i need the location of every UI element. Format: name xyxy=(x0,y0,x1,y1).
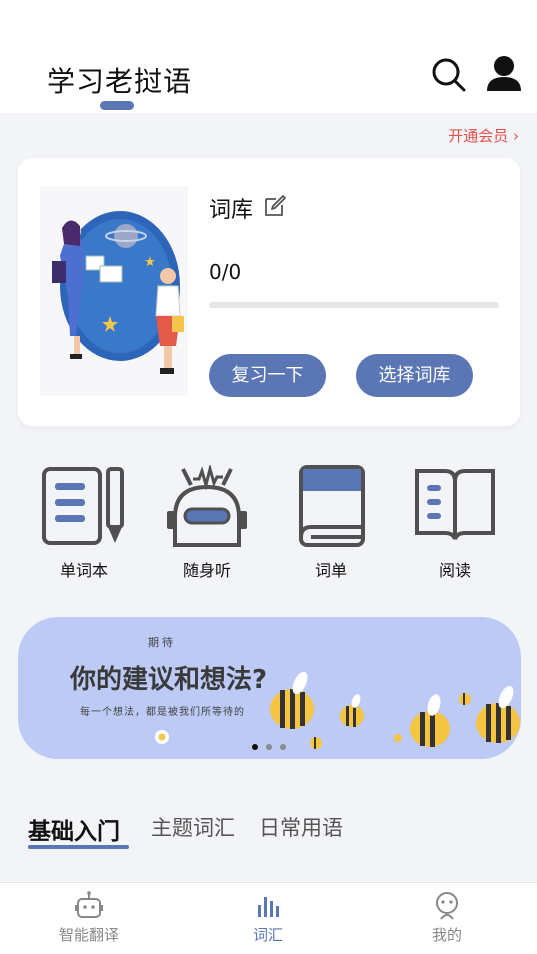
bars-icon xyxy=(258,897,279,917)
app-header: 学习老挝语 xyxy=(0,0,537,113)
bees-illustration xyxy=(155,671,520,749)
tab-me[interactable]: 我的 xyxy=(397,891,497,945)
tool-reading[interactable]: 阅读 xyxy=(405,465,505,581)
page-title: 学习老挝语 xyxy=(47,65,193,98)
robot-icon xyxy=(75,891,103,918)
category-tab-topics[interactable]: 主题词汇 xyxy=(151,812,235,842)
category-tab-underline xyxy=(28,845,129,849)
feedback-banner[interactable]: 期待 你的建议和想法? 每一个想法，都是被我们所等待的 xyxy=(18,617,521,759)
tool-wordbook[interactable]: 单词本 xyxy=(34,465,134,581)
progress-bar xyxy=(209,302,499,308)
tab-translate[interactable]: 智能翻译 xyxy=(39,891,139,945)
robot-radio-icon xyxy=(167,465,247,547)
edit-icon[interactable] xyxy=(263,194,287,218)
carousel-dots[interactable] xyxy=(252,744,286,750)
notebook-icon xyxy=(42,467,124,545)
review-button[interactable]: 复习一下 xyxy=(209,354,326,397)
tool-listen-label: 随身听 xyxy=(182,561,231,580)
tab-translate-label: 智能翻译 xyxy=(58,926,119,944)
tab-vocabulary-label: 词汇 xyxy=(252,926,283,944)
study-illustration xyxy=(40,186,188,396)
tool-wordbook-label: 单词本 xyxy=(59,561,108,580)
vocab-library-label: 词库 xyxy=(209,198,254,223)
book-icon xyxy=(299,465,365,547)
carousel-dot[interactable] xyxy=(266,744,272,750)
tool-listen[interactable]: 随身听 xyxy=(157,465,257,581)
tab-vocabulary[interactable]: 词汇 xyxy=(218,891,318,945)
title-underline xyxy=(100,101,134,110)
bottom-tab-bar: 智能翻译 词汇 我的 xyxy=(0,882,537,954)
open-book-icon xyxy=(415,469,495,540)
carousel-dot[interactable] xyxy=(252,744,258,750)
carousel-dot[interactable] xyxy=(280,744,286,750)
category-tab-basics[interactable]: 基础入门 xyxy=(28,812,120,846)
tool-wordlist-label: 词单 xyxy=(314,561,347,580)
progress-count: 0/0 xyxy=(209,260,242,284)
tool-wordlist[interactable]: 词单 xyxy=(281,465,381,581)
vocab-card: 词库 0/0 复习一下 选择词库 xyxy=(18,158,520,426)
user-icon[interactable] xyxy=(484,53,524,93)
tool-reading-label: 阅读 xyxy=(438,561,471,580)
vip-link[interactable]: 开通会员 › xyxy=(448,125,519,146)
tab-me-label: 我的 xyxy=(431,926,462,944)
profile-icon xyxy=(436,892,458,920)
category-tab-daily[interactable]: 日常用语 xyxy=(259,812,343,842)
search-icon[interactable] xyxy=(428,54,468,94)
choose-library-button[interactable]: 选择词库 xyxy=(356,354,473,397)
